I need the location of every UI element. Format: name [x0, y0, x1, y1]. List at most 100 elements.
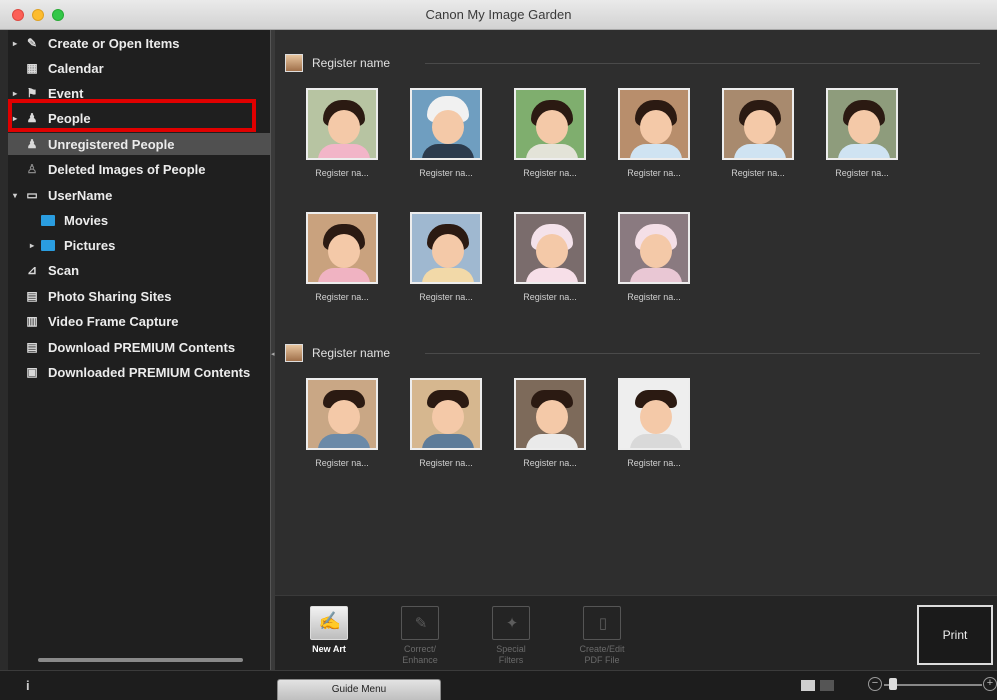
- thumbnail-label: Register na...: [627, 458, 681, 468]
- thumbnail-image[interactable]: [410, 212, 482, 284]
- sidebar-item-username[interactable]: ▾ ▭ UserName: [8, 184, 270, 206]
- correct-enhance-label: Correct/Enhance: [402, 644, 438, 665]
- print-button[interactable]: Print: [917, 605, 993, 665]
- guide-menu-button[interactable]: Guide Menu: [277, 679, 441, 700]
- person-thumbnail[interactable]: Register na...: [406, 378, 486, 478]
- correct-enhance-icon: ✎: [401, 606, 439, 640]
- special-filters-icon: ✦: [492, 606, 530, 640]
- person-thumbnail[interactable]: Register na...: [510, 212, 590, 312]
- sidebar-item-label: Create or Open Items: [48, 35, 180, 51]
- sidebar-item-photo-sharing-sites[interactable]: ▤ Photo Sharing Sites: [8, 285, 270, 307]
- thumbnail-label: Register na...: [523, 458, 577, 468]
- thumbnail-image[interactable]: [306, 88, 378, 160]
- sidebar-item-label: Unregistered People: [48, 136, 175, 152]
- sidebar-item-video-frame-capture[interactable]: ▥ Video Frame Capture: [8, 310, 270, 332]
- person-thumbnail[interactable]: Register na...: [614, 212, 694, 312]
- person-thumbnail[interactable]: Register na...: [510, 88, 590, 188]
- thumbnail-image[interactable]: [618, 378, 690, 450]
- sidebar-item-label: Photo Sharing Sites: [48, 288, 172, 304]
- person-thumbnail[interactable]: Register na...: [302, 212, 382, 312]
- sidebar-item-label: Pictures: [64, 237, 116, 253]
- thumbnail-image[interactable]: [410, 88, 482, 160]
- person-thumbnail[interactable]: Register na...: [302, 88, 382, 188]
- folder-icon: [40, 238, 56, 252]
- group-title: Register name: [312, 346, 391, 360]
- thumbnail-image[interactable]: [722, 88, 794, 160]
- person-thumbnail[interactable]: Register na...: [718, 88, 798, 188]
- thumbnail-image[interactable]: [514, 378, 586, 450]
- person-thumbnail[interactable]: Register na...: [510, 378, 590, 478]
- sidebar-item-label: Calendar: [48, 60, 104, 76]
- thumbnail-label: Register na...: [627, 292, 681, 302]
- sidebar-item-scan[interactable]: ⊿ Scan: [8, 259, 270, 281]
- group-header: Register name: [285, 344, 985, 364]
- new-art-button[interactable]: ✍ New Art: [288, 606, 370, 666]
- thumbnail-image[interactable]: [618, 212, 690, 284]
- sidebar-item-label: Scan: [48, 262, 80, 278]
- thumbnail-label: Register na...: [315, 292, 369, 302]
- thumbnail-image[interactable]: [410, 378, 482, 450]
- sidebar-item-label: Video Frame Capture: [48, 313, 179, 329]
- thumbnail-image[interactable]: [306, 378, 378, 450]
- sidebar-item-movies[interactable]: Movies: [8, 209, 270, 231]
- correct-enhance-button[interactable]: ✎ Correct/Enhance: [379, 606, 461, 666]
- thumbnail-label: Register na...: [419, 168, 473, 178]
- sidebar-item-label: Download PREMIUM Contents: [48, 339, 236, 355]
- sidebar-item-deleted-images-of-people[interactable]: ♙ Deleted Images of People: [8, 158, 270, 180]
- title-bar: Canon My Image Garden: [0, 0, 997, 30]
- person-thumbnail[interactable]: Register na...: [406, 212, 486, 312]
- collapse-arrow-icon[interactable]: ▾: [13, 191, 23, 200]
- thumbnail-image[interactable]: [618, 88, 690, 160]
- thumbnail-image[interactable]: [306, 212, 378, 284]
- person-thumbnail[interactable]: Register na...: [822, 88, 902, 188]
- expand-arrow-icon[interactable]: ▸: [13, 39, 23, 48]
- group-divider: [425, 63, 980, 64]
- group-avatar: [285, 54, 303, 72]
- thumbnail-image[interactable]: [514, 212, 586, 284]
- group-avatar: [285, 344, 303, 362]
- unregistered-person-icon: ♟: [26, 137, 38, 151]
- thumbnail-label: Register na...: [835, 168, 889, 178]
- person-thumbnail[interactable]: Register na...: [614, 88, 694, 188]
- thumbnail-label: Register na...: [419, 458, 473, 468]
- video-frame-icon: ▥: [26, 314, 38, 328]
- thumbnail-view-icon[interactable]: [801, 680, 815, 691]
- sidebar-item-pictures[interactable]: ▸ Pictures: [8, 234, 270, 256]
- sidebar-item-download-premium-contents[interactable]: ▤ Download PREMIUM Contents: [8, 336, 270, 358]
- create-edit-pdf-button[interactable]: ▯ Create/Edit PDF File: [561, 606, 643, 666]
- thumbnail-label: Register na...: [523, 292, 577, 302]
- zoom-in-icon[interactable]: +: [983, 677, 997, 691]
- thumbnail-label: Register na...: [523, 168, 577, 178]
- calendar-icon: ▦: [26, 61, 38, 75]
- zoom-slider-track[interactable]: [884, 684, 982, 686]
- person-thumbnail[interactable]: Register na...: [614, 378, 694, 478]
- deleted-person-icon: ♙: [26, 162, 38, 176]
- status-bar: i Guide Menu − +: [0, 670, 997, 700]
- expand-arrow-icon[interactable]: ▸: [30, 241, 40, 250]
- special-filters-button[interactable]: ✦ Special Filters: [470, 606, 552, 666]
- thumbnail-image[interactable]: [514, 88, 586, 160]
- thumbnail-image[interactable]: [826, 88, 898, 160]
- group-title: Register name: [312, 56, 391, 70]
- event-icon: ⚑: [26, 86, 38, 100]
- zoom-slider-thumb[interactable]: [888, 678, 897, 690]
- person-thumbnail[interactable]: Register na...: [302, 378, 382, 478]
- sidebar-item-downloaded-premium-contents[interactable]: ▣ Downloaded PREMIUM Contents: [8, 361, 270, 383]
- group-header: Register name: [285, 54, 985, 74]
- folder-icon: [40, 213, 56, 227]
- sidebar-item-unregistered-people[interactable]: ♟ Unregistered People: [8, 133, 270, 155]
- expand-arrow-icon[interactable]: ▸: [13, 89, 23, 98]
- sidebar-item-label: UserName: [48, 187, 113, 203]
- person-thumbnail[interactable]: Register na...: [406, 88, 486, 188]
- splitter-grip-icon[interactable]: ◂: [271, 350, 275, 358]
- zoom-out-icon[interactable]: −: [868, 677, 882, 691]
- download-contents-icon: ▤: [26, 340, 38, 354]
- selection-highlight-frame: [8, 99, 256, 132]
- sidebar-item-calendar[interactable]: ▦ Calendar: [8, 57, 270, 79]
- sidebar-item-label: Deleted Images of People: [48, 161, 206, 177]
- sidebar-item-create-or-open-items[interactable]: ▸ ✎ Create or Open Items: [8, 32, 270, 54]
- group-divider: [425, 353, 980, 354]
- list-view-icon[interactable]: [820, 680, 834, 691]
- sidebar-scrollbar[interactable]: [38, 658, 243, 662]
- info-icon[interactable]: i: [26, 678, 30, 693]
